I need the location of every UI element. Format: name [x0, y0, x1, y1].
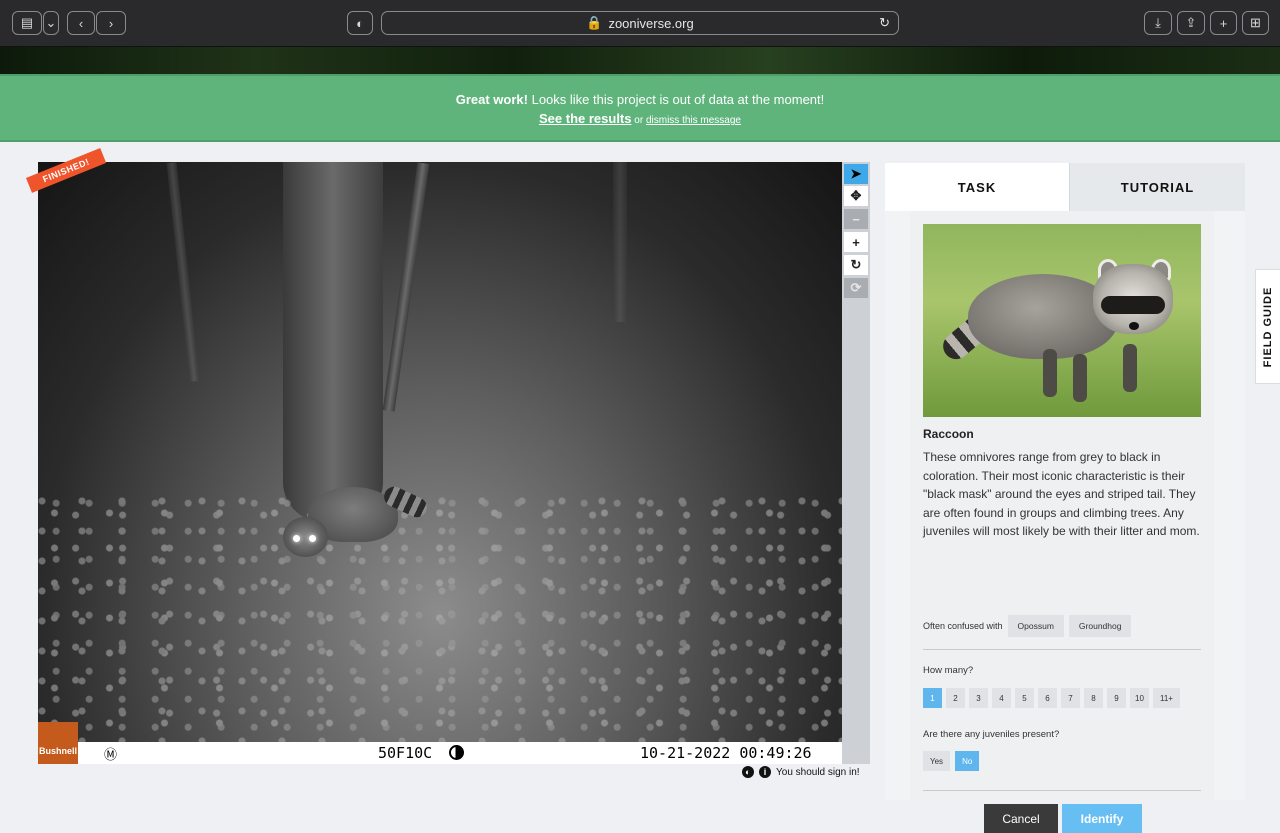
camera-temperature: 50F10C	[378, 744, 433, 762]
sidebar-toggle-icon[interactable]: ▤	[12, 11, 42, 35]
species-description: These omnivores range from grey to black…	[923, 450, 1200, 539]
back-button[interactable]: ‹	[67, 11, 95, 35]
url-text: zooniverse.org	[608, 15, 694, 31]
action-buttons: Cancel Identify	[984, 804, 1142, 833]
forward-button[interactable]: ›	[96, 11, 126, 35]
field-guide-label: FIELD GUIDE	[1262, 286, 1274, 367]
contrast-icon[interactable]: ◐	[742, 766, 754, 778]
lock-icon: 🔒	[586, 15, 603, 30]
subject-image[interactable]	[38, 162, 842, 764]
download-icon[interactable]: ⤓	[1144, 11, 1172, 35]
count-option[interactable]: 7	[1061, 688, 1080, 708]
camera-mode: Ⓜ	[104, 748, 118, 763]
banner-message: Great work! Looks like this project is o…	[0, 92, 1280, 107]
juveniles-options: Yes No	[923, 751, 980, 771]
tab-overview-icon[interactable]: ⊞	[1242, 11, 1269, 35]
task-panel: TASK TUTORIAL Raccoon These omnivores ra…	[885, 163, 1245, 833]
juveniles-yes-button[interactable]: Yes	[923, 751, 951, 771]
rotate-icon[interactable]: ↻	[844, 255, 868, 275]
sapling	[382, 162, 430, 412]
confused-chip-opossum[interactable]: Opossum	[1007, 615, 1064, 637]
zoom-out-icon[interactable]: −	[844, 209, 868, 229]
divider	[923, 649, 1201, 650]
sign-in-notice: ◐ i You should sign in!	[742, 766, 860, 778]
confused-with-row: Often confused with Opossum Groundhog	[923, 615, 1132, 637]
background-tree	[613, 162, 627, 322]
identify-button[interactable]: Identify	[1062, 804, 1142, 833]
header-background	[0, 47, 1280, 74]
see-results-link[interactable]: See the results	[539, 111, 632, 126]
raccoon-in-photo	[283, 483, 431, 577]
reload-icon[interactable]: ↻	[879, 15, 890, 31]
shield-icon[interactable]: ◐	[347, 11, 373, 35]
cancel-button[interactable]: Cancel	[984, 804, 1058, 833]
count-option[interactable]: 10	[1130, 688, 1149, 708]
banner-links: See the results or dismiss this message	[0, 111, 1280, 126]
count-option[interactable]: 8	[1084, 688, 1103, 708]
count-option[interactable]: 5	[1015, 688, 1034, 708]
moon-phase-icon	[449, 745, 464, 760]
zoom-in-icon[interactable]: +	[844, 232, 868, 252]
chevron-down-icon[interactable]: ⌄	[43, 11, 59, 35]
species-photo	[923, 224, 1201, 417]
tab-task[interactable]: TASK	[885, 163, 1069, 211]
leaf-litter	[38, 492, 842, 764]
address-bar[interactable]: 🔒 zooniverse.org ↻	[381, 11, 899, 35]
confused-label: Often confused with	[923, 621, 1003, 631]
image-toolbar: ➤ ✥ − + ↻ ⟳	[842, 162, 870, 764]
camera-info-strip: Bushnell Ⓜ 50F10C 10-21-2022 00:49:26	[38, 722, 842, 764]
move-tool-icon[interactable]: ✥	[844, 186, 868, 206]
confused-chip-groundhog[interactable]: Groundhog	[1068, 615, 1132, 637]
panel-tabs: TASK TUTORIAL	[885, 163, 1245, 211]
pointer-tool-icon[interactable]: ➤	[844, 164, 868, 184]
how-many-label: How many?	[923, 665, 974, 676]
juveniles-label: Are there any juveniles present?	[923, 729, 1060, 740]
count-option[interactable]: 1	[923, 688, 942, 708]
count-option[interactable]: 2	[946, 688, 965, 708]
new-tab-icon[interactable]: +	[1210, 11, 1237, 35]
count-option[interactable]: 4	[992, 688, 1011, 708]
background-tree	[166, 162, 200, 382]
camera-brand-logo: Bushnell	[38, 722, 78, 764]
divider	[923, 790, 1201, 791]
field-guide-tab[interactable]: FIELD GUIDE	[1255, 269, 1280, 384]
completion-banner: Great work! Looks like this project is o…	[0, 74, 1280, 142]
how-many-options: 1 2 3 4 5 6 7 8 9 10 11+	[923, 688, 1180, 708]
count-option[interactable]: 9	[1107, 688, 1126, 708]
banner-bold-text: Great work!	[455, 92, 528, 107]
count-option[interactable]: 11+	[1153, 688, 1180, 708]
juveniles-no-button[interactable]: No	[955, 751, 980, 771]
info-icon[interactable]: i	[759, 766, 771, 778]
count-option[interactable]: 3	[969, 688, 988, 708]
camera-timestamp: 10-21-2022 00:49:26	[640, 744, 812, 762]
banner-or-text: or	[631, 115, 646, 126]
dismiss-message-link[interactable]: dismiss this message	[646, 115, 741, 126]
banner-text: Looks like this project is out of data a…	[527, 92, 825, 107]
share-icon[interactable]: ⇪	[1177, 11, 1205, 35]
tab-tutorial[interactable]: TUTORIAL	[1069, 163, 1245, 211]
tree-trunk	[283, 162, 383, 522]
count-option[interactable]: 6	[1038, 688, 1057, 708]
browser-toolbar: ▤ ⌄ ‹ › ◐ 🔒 zooniverse.org ↻ ⤓ ⇪ + ⊞	[0, 0, 1280, 47]
reset-icon[interactable]: ⟳	[844, 278, 868, 298]
species-card: Raccoon These omnivores range from grey …	[910, 211, 1214, 833]
sign-in-text: You should sign in!	[776, 766, 860, 778]
species-name: Raccoon	[923, 427, 974, 441]
